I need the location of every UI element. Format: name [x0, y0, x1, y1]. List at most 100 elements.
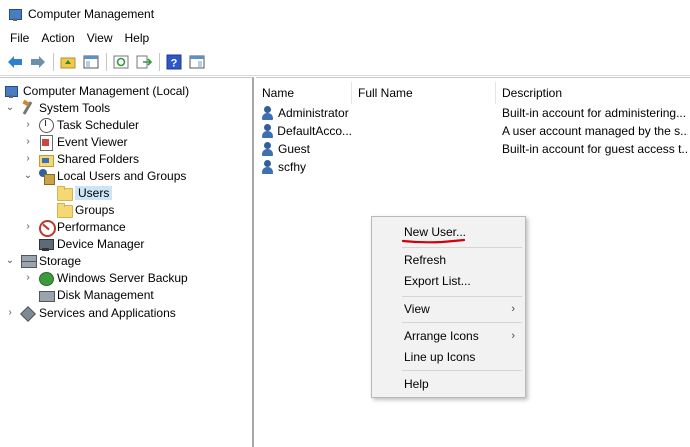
- tree-label: Task Scheduler: [57, 117, 140, 132]
- menu-item-label: Line up Icons: [404, 350, 476, 364]
- menu-item-label: Refresh: [404, 253, 447, 267]
- menu-item-view[interactable]: View ›: [372, 298, 525, 320]
- svg-text:?: ?: [171, 58, 178, 70]
- menu-item-refresh[interactable]: Refresh: [372, 249, 525, 271]
- menu-item-line-up-icons[interactable]: Line up Icons: [372, 346, 525, 368]
- user-row[interactable]: scfhy: [256, 158, 690, 176]
- tree-label: System Tools: [39, 100, 111, 115]
- context-menu: New User... Refresh Export List... View …: [371, 216, 526, 398]
- up-folder-icon[interactable]: [57, 51, 79, 73]
- column-header-description[interactable]: Description: [496, 82, 690, 104]
- menu-item-label: Export List...: [404, 274, 471, 288]
- back-arrow-icon[interactable]: [4, 51, 26, 73]
- tree-item-users[interactable]: Users: [56, 184, 113, 201]
- tree-item-performance[interactable]: › Performance: [22, 218, 126, 237]
- folder-icon: [56, 202, 73, 218]
- tree-item-disk-management[interactable]: Disk Management: [38, 286, 154, 303]
- column-headers: Name Full Name Description: [256, 82, 690, 104]
- title-bar: Computer Management: [0, 0, 690, 28]
- user-full-name: [358, 158, 498, 176]
- user-name: DefaultAcco...: [277, 124, 352, 138]
- chevron-right-icon[interactable]: ›: [22, 272, 34, 283]
- export-list-icon[interactable]: [133, 51, 155, 73]
- user-full-name: [358, 104, 498, 122]
- help-icon[interactable]: ?: [163, 51, 185, 73]
- user-description: Built-in account for administering...: [502, 106, 687, 120]
- menu-item-arrange-icons[interactable]: Arrange Icons ›: [372, 325, 525, 347]
- backup-icon: [38, 270, 54, 286]
- chevron-down-icon[interactable]: ⌄: [4, 255, 16, 266]
- column-header-name[interactable]: Name: [256, 82, 352, 104]
- tree-label: Users: [75, 185, 113, 200]
- user-name: scfhy: [278, 160, 307, 174]
- tree-label: Disk Management: [57, 287, 154, 302]
- tree-item-storage[interactable]: ⌄ Storage: [4, 252, 81, 269]
- tree-item-local-users-groups[interactable]: ⌄ Local Users and Groups: [22, 167, 187, 185]
- user-full-name: [358, 140, 498, 158]
- toolbar-separator: [106, 53, 107, 71]
- tree-item-windows-server-backup[interactable]: › Windows Server Backup: [22, 269, 188, 286]
- menu-item-help[interactable]: Help: [372, 373, 525, 395]
- chevron-right-icon[interactable]: ›: [22, 136, 34, 147]
- forward-arrow-icon[interactable]: [27, 51, 49, 73]
- user-row[interactable]: Administrator Built-in account for admin…: [256, 104, 690, 122]
- user-name-cell: scfhy: [260, 158, 352, 176]
- tree-item-services-apps[interactable]: › Services and Applications: [4, 304, 176, 321]
- services-icon: [20, 305, 36, 321]
- user-name-cell: Administrator: [260, 104, 352, 122]
- tree-item-groups[interactable]: Groups: [56, 201, 114, 218]
- tree-item-device-manager[interactable]: Device Manager: [38, 235, 144, 252]
- tree-item-system-tools[interactable]: ⌄ System Tools: [4, 99, 110, 116]
- tree-label: Windows Server Backup: [57, 270, 188, 285]
- menu-item-label: View: [404, 302, 430, 316]
- folder-icon: [56, 185, 73, 201]
- computer-management-icon: [4, 83, 20, 99]
- clock-icon: [38, 117, 54, 133]
- tree-label: Storage: [39, 253, 82, 268]
- show-hide-action-pane-icon[interactable]: [186, 51, 208, 73]
- console-tree: Computer Management (Local) ⌄ System Too…: [0, 77, 254, 447]
- tree-item-shared-folders[interactable]: › Shared Folders: [22, 150, 139, 167]
- show-hide-tree-icon[interactable]: [80, 51, 102, 73]
- chevron-right-icon[interactable]: ›: [22, 153, 34, 164]
- chevron-right-icon[interactable]: ›: [22, 119, 34, 130]
- tree-item-task-scheduler[interactable]: › Task Scheduler: [22, 116, 139, 133]
- computer-management-icon: [8, 6, 24, 22]
- user-icon: [260, 159, 276, 175]
- chevron-right-icon[interactable]: ›: [4, 307, 16, 318]
- tree-label: Shared Folders: [57, 151, 140, 166]
- user-description: Built-in account for guest access t...: [502, 142, 688, 156]
- system-tools-icon: [20, 100, 36, 116]
- tree-label: Local Users and Groups: [57, 168, 187, 183]
- tree-label: Device Manager: [57, 236, 145, 251]
- tree-label: Performance: [57, 219, 126, 234]
- tree-label: Groups: [75, 202, 115, 217]
- refresh-icon[interactable]: [110, 51, 132, 73]
- user-name: Guest: [278, 142, 311, 156]
- tree-item-event-viewer[interactable]: › Event Viewer: [22, 133, 127, 151]
- chevron-right-icon[interactable]: ›: [22, 221, 34, 232]
- chevron-down-icon[interactable]: ⌄: [4, 102, 16, 113]
- user-name-cell: Guest: [260, 140, 352, 158]
- tree-label: Services and Applications: [39, 305, 176, 320]
- menu-file[interactable]: File: [4, 31, 35, 45]
- user-description: [502, 158, 688, 176]
- user-icon: [260, 105, 276, 121]
- column-header-full-name[interactable]: Full Name: [352, 82, 496, 104]
- user-row[interactable]: DefaultAcco... A user account managed by…: [256, 122, 690, 140]
- menu-view[interactable]: View: [81, 31, 119, 45]
- user-full-name: [358, 122, 498, 140]
- user-icon: [260, 141, 276, 157]
- chevron-down-icon[interactable]: ⌄: [22, 170, 34, 181]
- menu-help[interactable]: Help: [119, 31, 156, 45]
- menu-separator: [402, 322, 522, 323]
- menu-action[interactable]: Action: [35, 31, 80, 45]
- menu-item-export-list[interactable]: Export List...: [372, 270, 525, 292]
- tree-item-root[interactable]: Computer Management (Local): [4, 82, 189, 99]
- event-viewer-icon: [38, 134, 54, 151]
- menu-separator: [402, 296, 522, 297]
- menu-separator: [402, 247, 522, 248]
- tree-label: Computer Management (Local): [23, 83, 190, 98]
- user-row[interactable]: Guest Built-in account for guest access …: [256, 140, 690, 158]
- menu-item-label: Arrange Icons: [404, 329, 479, 343]
